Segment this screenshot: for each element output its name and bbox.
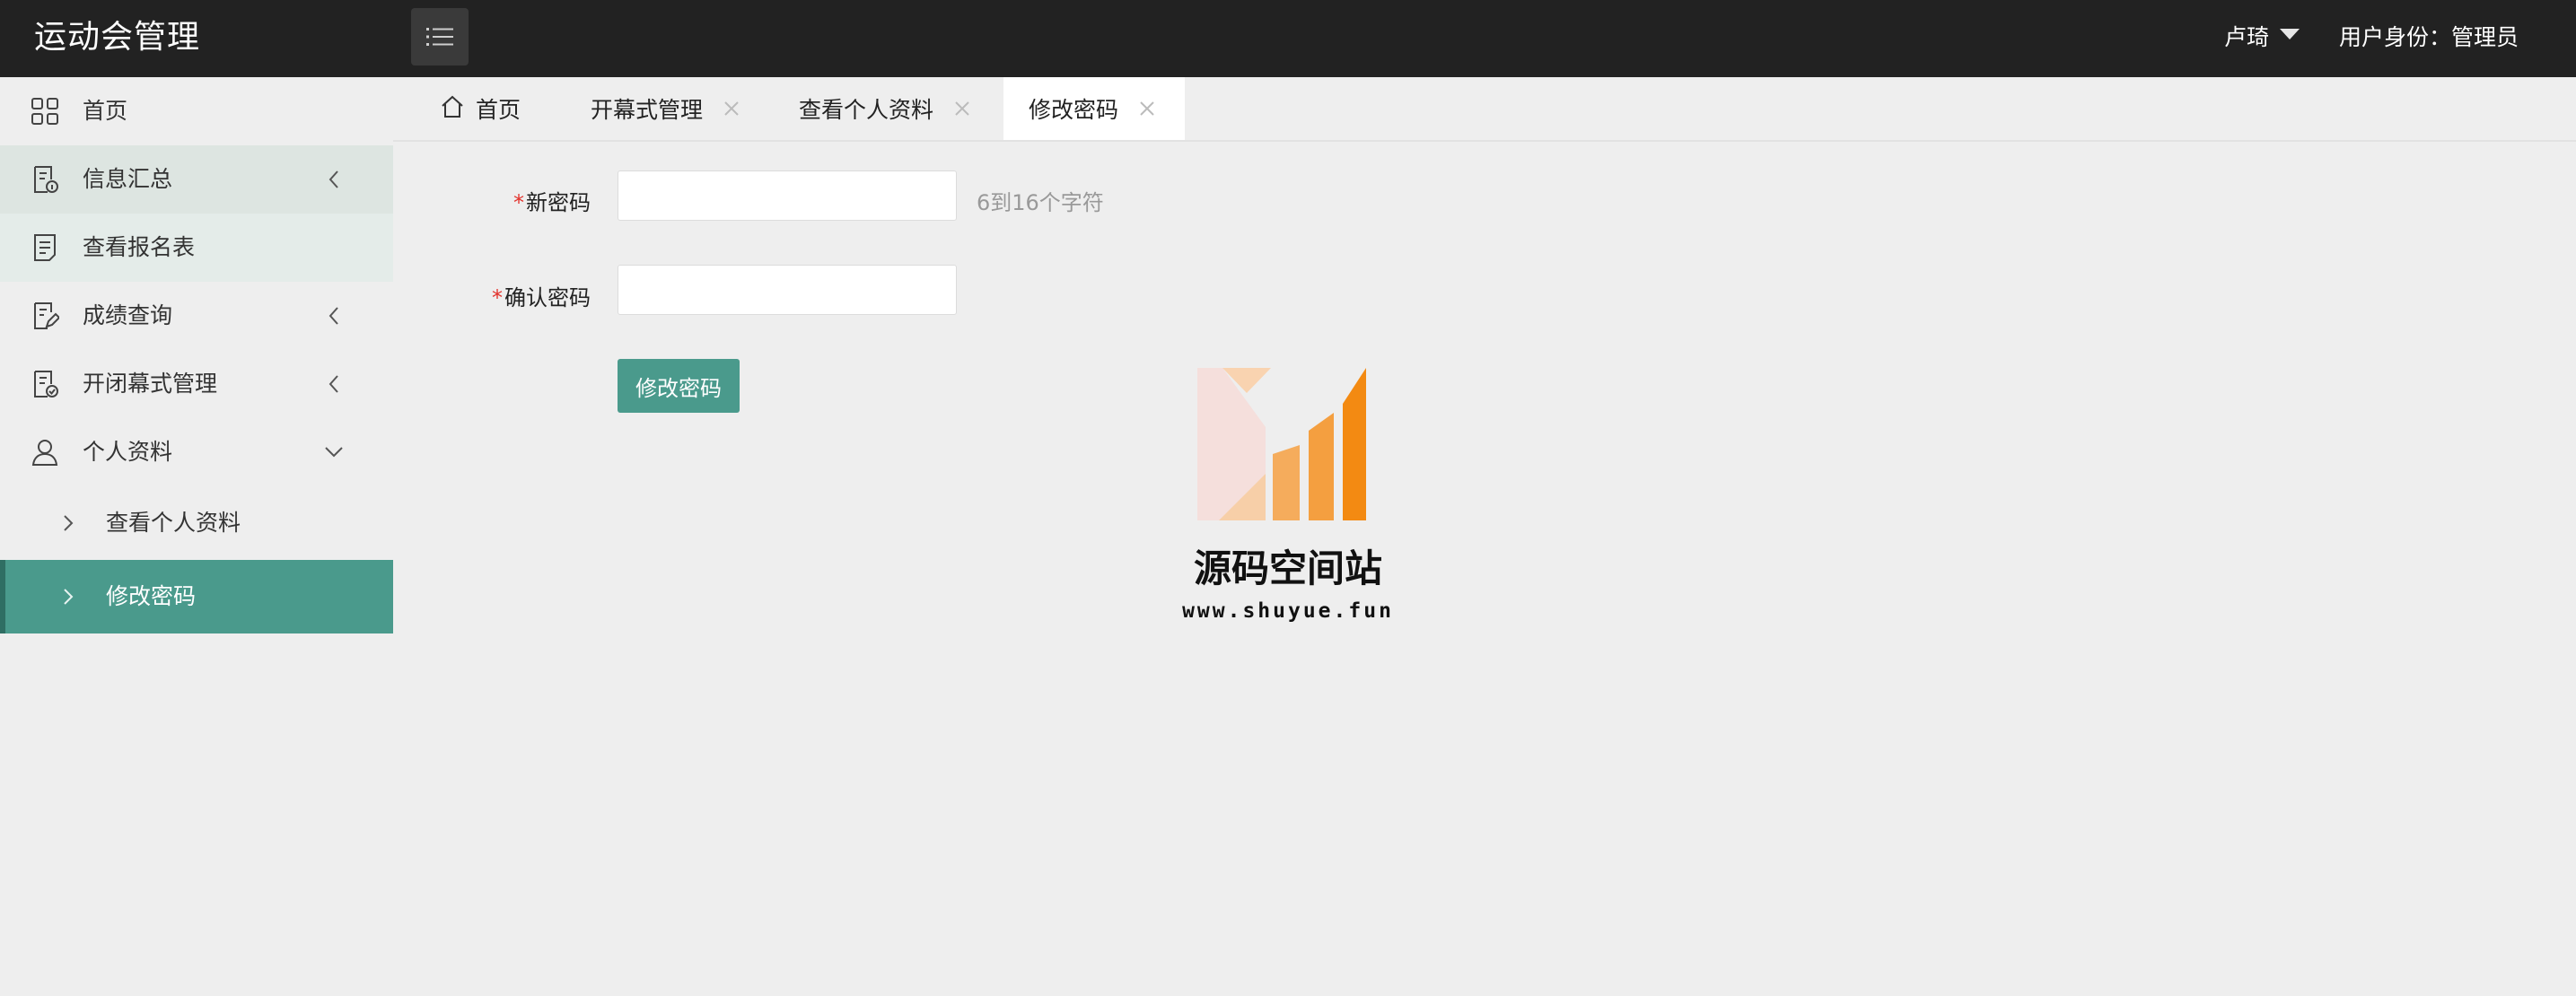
document-info-icon [34,166,58,193]
list-icon [426,28,453,46]
menu-toggle-button[interactable] [411,8,469,66]
close-icon[interactable] [723,100,740,118]
chevron-down-icon [325,447,343,458]
chevron-right-icon [64,515,74,531]
sidebar-subitem-label: 查看个人资料 [106,510,241,536]
sidebar-item-label: 成绩查询 [83,302,173,328]
sidebar-item-view-registration[interactable]: 查看报名表 [0,214,393,282]
tab-change-password[interactable]: 修改密码 [1003,77,1186,140]
tab-view-profile[interactable]: 查看个人资料 [799,77,971,140]
tab-opening-ceremony[interactable]: 开幕式管理 [591,77,740,140]
tab-bar: 首页 开幕式管理 查看个人资料 修改密码 [393,77,2576,142]
chevron-left-icon [329,170,338,188]
top-header: 运动会管理 卢琦 用户身份：管理员 [0,0,2576,77]
home-icon [442,95,463,118]
sidebar-item-label: 个人资料 [83,439,173,465]
app-title: 运动会管理 [34,19,201,56]
tab-label: 开幕式管理 [591,97,704,123]
new-password-input[interactable] [618,170,957,221]
tab-label: 查看个人资料 [799,97,934,123]
chevron-right-icon [64,589,74,605]
change-password-button[interactable]: 修改密码 [618,359,740,413]
chevron-left-icon [329,375,338,393]
new-password-label: *新密码 [513,190,591,215]
sidebar-item-label: 查看报名表 [83,234,196,260]
close-icon[interactable] [1138,100,1156,118]
sidebar-subitem-change-password[interactable]: 修改密码 [0,560,393,633]
grid-icon [31,98,58,125]
confirm-password-label: *确认密码 [492,285,591,310]
required-mark: * [513,190,524,215]
sidebar: 首页 信息汇总 查看报名表 成绩查询 开闭幕式管理 个人资料 查看个人资料 修改… [0,77,393,996]
user-menu[interactable]: 卢琦 [2224,22,2300,54]
sidebar-subitem-view-profile[interactable]: 查看个人资料 [0,486,393,560]
required-mark: * [492,285,503,310]
document-list-icon [34,234,56,261]
user-role: 用户身份：管理员 [2339,24,2519,50]
user-name: 卢琦 [2224,24,2270,50]
document-check-icon [34,371,58,398]
sidebar-item-label: 首页 [83,98,128,124]
tab-label: 首页 [476,97,521,123]
watermark-name: 源码空间站 [1193,546,1382,590]
new-password-hint: 6到16个字符 [977,190,1104,215]
sidebar-item-label: 开闭幕式管理 [83,371,218,397]
sidebar-item-ceremony[interactable]: 开闭幕式管理 [0,350,393,418]
tab-home[interactable]: 首页 [440,77,521,140]
sidebar-item-profile[interactable]: 个人资料 [0,418,393,486]
close-icon[interactable] [953,100,971,118]
sidebar-item-info-summary[interactable]: 信息汇总 [0,145,393,214]
document-edit-icon [34,302,59,329]
user-icon [31,440,58,466]
sidebar-subitem-label: 修改密码 [106,583,197,609]
tab-label: 修改密码 [1029,97,1119,123]
sidebar-item-score-query[interactable]: 成绩查询 [0,282,393,350]
chevron-left-icon [329,307,338,325]
sidebar-item-label: 信息汇总 [83,166,173,192]
confirm-password-input[interactable] [618,265,957,315]
sidebar-item-home[interactable]: 首页 [0,77,393,145]
caret-down-icon [2280,29,2300,39]
watermark-url: www.shuyue.fun [1182,599,1394,623]
